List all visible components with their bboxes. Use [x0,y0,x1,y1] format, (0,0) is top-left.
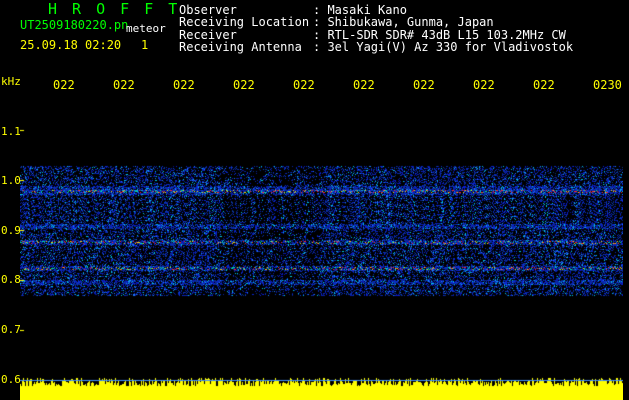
location-value: : Shibukawa, Gunma, Japan [313,15,494,30]
spectrogram-canvas [20,96,623,400]
y-tick-label: 0.8 [1,273,21,286]
x-tick-label: 022 [173,78,195,92]
x-tick-label: 022 [293,78,315,92]
file-name-suffix: meteor [126,22,166,35]
y-tick-label: 1.1 [1,125,21,138]
x-tick-label: 022 [413,78,435,92]
app-title: H R O F F T [48,0,181,18]
spectrogram-area [20,96,623,400]
y-tick-label: 0.6 [1,373,21,386]
y-axis-unit: kHz [1,75,21,88]
y-tick-label: 1.0 [1,174,21,187]
antenna-value: : 3el Yagi(V) Az 330 for Vladivostok [313,39,574,54]
location-label: Receiving Location [179,15,310,30]
x-tick-label: 022 [533,78,555,92]
antenna-label: Receiving Antenna [179,39,302,54]
x-tick-label: 022 [353,78,375,92]
info-labels: Observer Receiving Location Receiver Rec… [179,4,309,53]
y-tick-label: 0.9 [1,224,21,237]
x-tick-label: 022 [113,78,135,92]
file-name: UT2509180220.pn [20,18,129,32]
x-tick-label: 022 [473,78,495,92]
timestamp: 25.09.18 02:20 [20,38,122,52]
x-tick-label: 022 [53,78,75,92]
counter: 1 [141,38,149,52]
y-tick-label: 0.7 [1,323,21,336]
x-tick-label: 022 [233,78,255,92]
info-values: : Masaki Kano : Shibukawa, Gunma, Japan … [313,4,573,53]
x-tick-label: 0230 [593,78,622,92]
